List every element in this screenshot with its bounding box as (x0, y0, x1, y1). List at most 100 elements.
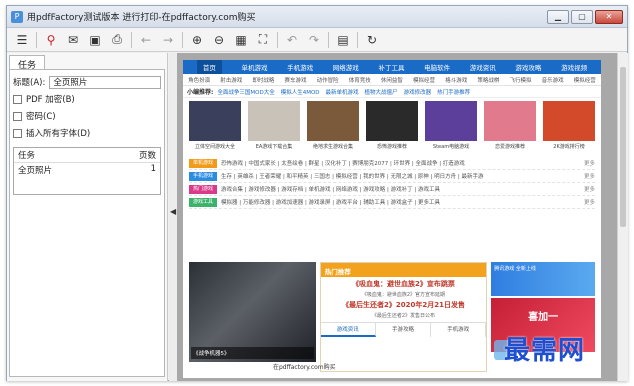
title-bar: P 用pdfFactory测试版本 进行打印-在pdffactory.com购买… (7, 6, 627, 28)
vertical-scrollbar[interactable] (617, 53, 628, 381)
thumbnail-caption: 立体空间游戏大全 (194, 144, 235, 150)
hot-tab: 手游攻略 (376, 323, 432, 337)
hot-tab: 游戏资讯 (320, 323, 376, 337)
close-button[interactable]: ✕ (595, 9, 623, 24)
toolbar-separator (277, 31, 278, 48)
minimize-button[interactable]: ▁ (547, 9, 569, 24)
nav-item: 网络游戏 (332, 64, 359, 72)
redo-icon[interactable]: ↷ (305, 31, 323, 49)
refresh-icon[interactable]: ↻ (363, 31, 381, 49)
subnav-item: 模拟经营 (573, 77, 596, 84)
title-label: 标题(A): (13, 78, 46, 88)
embed-fonts-label: 插入所有字体(D) (26, 129, 91, 139)
grid-icon[interactable]: ▦ (232, 31, 250, 49)
nav-item: 首页 (196, 60, 222, 74)
undo-icon[interactable]: ↶ (283, 31, 301, 49)
thumbnail-image (484, 101, 536, 141)
pdf-encrypt-checkbox[interactable] (13, 94, 22, 104)
recommend-link: 全面战争三国MOD大全 (217, 89, 275, 96)
category-tag: 热门游戏 (189, 184, 217, 194)
subnav-item: 角色扮演 (188, 77, 211, 84)
category-list: 单机游戏 恐怖游戏 | 中国式家长 | 太吾绘卷 | 群星 | 汉化补丁 | 赛… (189, 157, 595, 209)
recommend-title: 小编推荐: (187, 89, 214, 96)
password-checkbox[interactable] (13, 111, 22, 121)
subnav-item: 动作冒险 (316, 77, 339, 84)
more-link: 更多 (583, 174, 595, 180)
print-icon[interactable]: ⎙ (108, 31, 126, 49)
back-arrow-icon[interactable]: ← (137, 31, 155, 49)
category-links: 游戏合集 | 游戏修改器 | 游戏存档 | 单机游戏 | 网络游戏 | 游戏攻略… (221, 187, 440, 193)
subnav-item: 射击游戏 (220, 77, 243, 84)
email-icon[interactable]: ✉ (64, 31, 82, 49)
task-pages: 1 (150, 164, 156, 174)
recommend-link: 植物大战僵尸 (364, 89, 398, 96)
forward-arrow-icon[interactable]: → (159, 31, 177, 49)
thumbnail-caption: 2K游戏排行榜 (553, 144, 585, 150)
notes-icon[interactable]: ▤ (334, 31, 352, 49)
more-link: 更多 (583, 200, 595, 206)
pdf-encrypt-label: PDF 加密(B) (26, 95, 75, 105)
zoom-out-icon[interactable]: ⊖ (210, 31, 228, 49)
thumbnail-caption: EA游戏下载合集 (255, 144, 293, 150)
thumbnail-caption: 绝地求生游戏合集 (312, 144, 353, 150)
toolbar-separator (357, 31, 358, 48)
featured-poster: 《战争机器5》 (189, 262, 316, 362)
subnav-item: 即时战略 (252, 77, 275, 84)
thumbnail-image (307, 101, 359, 141)
thumbnail: 恐怖游戏推荐 (366, 101, 418, 150)
subnav-item: 休闲益智 (380, 77, 403, 84)
thumbnail: 2K游戏排行榜 (543, 101, 595, 150)
thumbnail-caption: Steam电脑游戏 (432, 144, 470, 150)
thumbnail: 恋爱游戏推荐 (484, 101, 536, 150)
scroll-thumb[interactable] (620, 67, 626, 227)
category-tag: 单机游戏 (189, 158, 217, 168)
more-link: 更多 (583, 187, 595, 193)
category-row: 手机游戏 生存 | 英雄杀 | 王者荣耀 | 和平精英 | 三国志 | 模拟经营… (189, 170, 595, 183)
panel-splitter[interactable]: ◀ (169, 53, 177, 381)
menu-icon[interactable]: ☰ (13, 31, 31, 49)
thumbnail: EA游戏下载合集 (248, 101, 300, 150)
thumbnail-image (248, 101, 300, 141)
hot-headline: 《最后生还者2》2020年2月21日发售 (341, 301, 465, 309)
title-field[interactable]: 全页照片 (49, 75, 161, 89)
category-links: 生存 | 英雄杀 | 王者荣耀 | 和平精英 | 三国志 | 模拟经营 | 我的… (221, 174, 484, 180)
zoom-in-icon[interactable]: ⊕ (188, 31, 206, 49)
nav-item: 游戏资讯 (469, 64, 496, 72)
site-nav: 首页 单机游戏 手机游戏 网络游戏 补丁工具 电脑软件 游戏资讯 游戏攻略 游戏… (183, 60, 601, 74)
watermark: 最需网 (504, 336, 586, 366)
task-list-row[interactable]: 全页照片 1 (14, 163, 160, 177)
category-row: 游戏工具 模拟器 | 万能修改器 | 游戏加速器 | 游戏录屏 | 游戏平台 |… (189, 196, 595, 209)
hot-subline: 《吸血鬼：避世血族2》官方宣布延期 (361, 292, 446, 298)
title-row: 标题(A): 全页照片 (13, 74, 161, 90)
pdf-encrypt-row: PDF 加密(B) (13, 91, 161, 107)
maximize-button[interactable]: ▢ (571, 9, 593, 24)
toolbar-separator (328, 31, 329, 48)
subnav-item: 策略战棋 (477, 77, 500, 84)
subnav-item: 飞行模拟 (509, 77, 532, 84)
embed-fonts-row: 插入所有字体(D) (13, 125, 161, 141)
thumbnail-image (189, 101, 241, 141)
thumbnail-image (543, 101, 595, 141)
task-name: 全页照片 (18, 166, 53, 176)
thumbnail-row: 立体空间游戏大全 EA游戏下载合集 绝地求生游戏合集 恐怖游戏推荐 Steam电… (183, 98, 601, 153)
subnav-item: 体育竞技 (348, 77, 371, 84)
password-row: 密码(C) (13, 108, 161, 124)
toolbar: ☰ ⚲ ✉ ▣ ⎙ ← → ⊕ ⊖ ▦ ⛶ ↶ ↷ ▤ ↻ (7, 28, 627, 52)
task-column-header[interactable]: 任务 (18, 149, 35, 161)
pdf-icon[interactable]: ⚲ (42, 31, 60, 49)
thumbnail: 绝地求生游戏合集 (307, 101, 359, 150)
pages-column-header[interactable]: 页数 (139, 149, 156, 161)
nav-item: 游戏视频 (561, 64, 588, 72)
thumbnail-caption: 恋爱游戏推荐 (494, 144, 525, 150)
collapse-arrow-icon[interactable]: ◀ (170, 207, 176, 216)
recommend-link: 模拟人生4MOD (280, 89, 320, 96)
subnav-item: 模拟经营 (413, 77, 436, 84)
save-icon[interactable]: ▣ (86, 31, 104, 49)
fit-page-icon[interactable]: ⛶ (254, 31, 272, 49)
thumbnail: Steam电脑游戏 (425, 101, 477, 150)
nav-item: 补丁工具 (378, 64, 405, 72)
recommend-bar: 小编推荐: 全面战争三国MOD大全 模拟人生4MOD 最新单机游戏 植物大战僵尸… (183, 86, 601, 98)
embed-fonts-checkbox[interactable] (13, 128, 22, 138)
password-label: 密码(C) (26, 112, 56, 122)
category-links: 恐怖游戏 | 中国式家长 | 太吾绘卷 | 群星 | 汉化补丁 | 赛博朋克20… (221, 161, 465, 167)
